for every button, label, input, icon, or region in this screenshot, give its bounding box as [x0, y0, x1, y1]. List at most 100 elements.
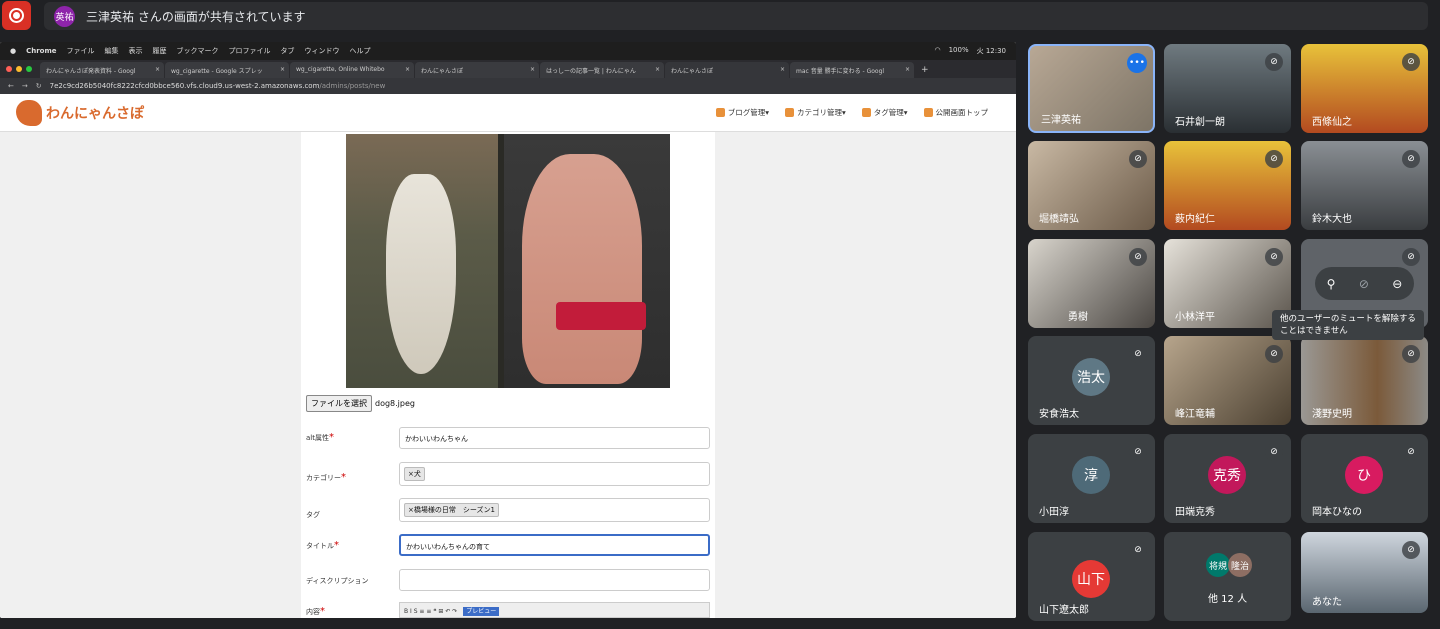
zoom-window-button[interactable] [26, 66, 32, 72]
self-tile[interactable]: ⊘ あなた [1301, 532, 1428, 613]
description-input[interactable] [399, 569, 710, 591]
choose-file-button[interactable]: ファイルを選択 [306, 395, 372, 412]
participant-name: 石井創一朗 [1175, 117, 1225, 128]
close-tab-icon[interactable]: × [405, 66, 410, 73]
menu-item[interactable]: ファイル [67, 46, 95, 56]
participant-avatar: 浩太 [1072, 358, 1110, 396]
participant-name: 峰江竜輔 [1175, 409, 1215, 420]
category-select[interactable]: ×犬 [399, 462, 710, 486]
browser-tab[interactable]: wg_cigarette - Google スプレッ × [165, 62, 289, 78]
participant-name: 淺野史明 [1312, 409, 1352, 420]
recording-button[interactable] [2, 1, 31, 30]
mic-off-icon: ⊘ [1129, 443, 1147, 461]
browser-tab[interactable]: はっしーの記事一覧 | わんにゃん × [540, 62, 664, 78]
menu-item[interactable]: 履歴 [153, 46, 167, 56]
nav-blog[interactable]: ブログ管理▾ [715, 107, 769, 118]
participant-tile[interactable]: ⊘ 峰江竜輔 [1164, 336, 1291, 425]
participant-tile[interactable]: ⊘ 堀橋靖弘 [1028, 141, 1155, 230]
mic-off-icon[interactable]: ⊘ [1359, 277, 1369, 291]
logo-icon [16, 100, 42, 126]
preview-button[interactable]: プレビュー [463, 607, 500, 616]
mic-off-icon: ⊘ [1265, 150, 1283, 168]
nav-public-top[interactable]: 公開画面トップ [923, 107, 988, 118]
more-participants-count: 他 12 人 [1208, 594, 1248, 605]
participant-tile[interactable]: ⊘ 淺野史明 [1301, 336, 1428, 425]
participant-name: 勇樹 [1068, 312, 1088, 323]
menu-item[interactable]: タブ [281, 46, 295, 56]
tag-icon [861, 108, 871, 117]
browser-tab[interactable]: わんにゃんさぽ発表資料 - Googl × [40, 62, 164, 78]
participant-name: 三津英祐 [1041, 115, 1081, 126]
reload-icon[interactable]: ↻ [36, 82, 42, 90]
close-tab-icon[interactable]: × [655, 66, 660, 73]
mic-off-icon: ⊘ [1129, 150, 1147, 168]
participant-tile[interactable]: ⊘ 浩太 安食浩太 [1028, 336, 1155, 425]
title-input[interactable]: かわいいわんちゃんの育て [399, 534, 710, 556]
home-icon [923, 108, 933, 117]
participant-tile[interactable]: ⊘ 薮内紀仁 [1164, 141, 1291, 230]
close-tab-icon[interactable]: × [530, 66, 535, 73]
participant-tile[interactable]: ⊘ 鈴木大也 [1301, 141, 1428, 230]
participant-avatar: 淳 [1072, 456, 1110, 494]
url-field[interactable]: 7e2c9cd26b5040fc8222cfcd0bbce560.vfs.clo… [50, 82, 386, 90]
nav-category[interactable]: カテゴリ管理▾ [784, 107, 846, 118]
browser-tab[interactable]: わんにゃんさぽ × [415, 62, 539, 78]
menu-item[interactable]: 編集 [105, 46, 119, 56]
participant-name: 安食浩太 [1039, 409, 1079, 420]
category-chip[interactable]: ×犬 [404, 467, 425, 481]
uploaded-image-preview [346, 134, 670, 388]
alt-label: alt属性* [306, 432, 334, 443]
participant-tile[interactable]: ⊘ 克秀 田端克秀 [1164, 434, 1291, 523]
menu-item[interactable]: 表示 [129, 46, 143, 56]
mic-off-icon: ⊘ [1265, 345, 1283, 363]
participant-tile[interactable]: ⊘ 勇樹 [1028, 239, 1155, 328]
close-tab-icon[interactable]: × [280, 66, 285, 73]
participant-avatar: 山下 [1072, 560, 1110, 598]
file-name: dog8.jpeg [375, 399, 415, 408]
minimize-window-button[interactable] [16, 66, 22, 72]
address-bar: ← → ↻ 7e2c9cd26b5040fc8222cfcd0bbce560.v… [0, 78, 1016, 94]
new-tab-button[interactable]: + [915, 65, 935, 78]
close-window-button[interactable] [6, 66, 12, 72]
screen-share-banner: 英祐 三津英祐 さんの画面が共有されています [44, 2, 1428, 30]
participant-name: 田端克秀 [1175, 507, 1215, 518]
back-icon[interactable]: ← [8, 82, 14, 90]
tag-chip[interactable]: ×橋場様の日常 シーズン1 [404, 503, 499, 517]
forward-icon[interactable]: → [22, 82, 28, 90]
participant-tile[interactable]: ⊘ 石井創一朗 [1164, 44, 1291, 133]
participant-name: 鈴木大也 [1312, 214, 1352, 225]
close-tab-icon[interactable]: × [780, 66, 785, 73]
close-tab-icon[interactable]: × [155, 66, 160, 73]
pin-icon[interactable]: ⚲ [1327, 277, 1336, 291]
menu-item[interactable]: ウィンドウ [305, 46, 340, 56]
alt-input[interactable]: かわいいわんちゃん [399, 427, 710, 449]
description-label: ディスクリプション [306, 577, 369, 585]
participant-tile[interactable]: ⊘ 山下 山下遼太郎 [1028, 532, 1155, 621]
close-tab-icon[interactable]: × [905, 66, 910, 73]
category-label: カテゴリー* [306, 472, 346, 483]
browser-tab[interactable]: wg_cigarette, Online Whitebo × [290, 62, 414, 78]
mic-off-icon: ⊘ [1402, 53, 1420, 71]
participant-avatar: 将規 [1206, 553, 1230, 577]
remove-icon[interactable]: ⊖ [1392, 277, 1402, 291]
participant-name: あなた [1312, 597, 1342, 608]
menu-item[interactable]: ヘルプ [350, 46, 371, 56]
nav-tag[interactable]: タグ管理▾ [861, 107, 908, 118]
more-participants-tile[interactable]: 将規 隆治 他 12 人 [1164, 532, 1291, 621]
menu-item[interactable]: ブックマーク [177, 46, 219, 56]
participant-tile[interactable]: ••• 三津英祐 [1028, 44, 1155, 133]
tag-select[interactable]: ×橋場様の日常 シーズン1 [399, 498, 710, 522]
menu-item[interactable]: プロファイル [229, 46, 271, 56]
site-logo[interactable]: わんにゃんさぽ [16, 100, 144, 126]
participant-name: 岡本ひなの [1312, 507, 1362, 518]
participant-name: 山下遼太郎 [1039, 605, 1089, 616]
participant-tile[interactable]: ⊘ ひ 岡本ひなの [1301, 434, 1428, 523]
more-options-icon[interactable]: ••• [1127, 53, 1147, 73]
participant-tile[interactable]: ⊘ 淳 小田淳 [1028, 434, 1155, 523]
browser-tab[interactable]: mac 音量 勝手に変わる - Googl × [790, 62, 914, 78]
presenter-avatar: 英祐 [54, 6, 75, 27]
browser-tab-active[interactable]: わんにゃんさぽ × [665, 62, 789, 78]
editor-toolbar: B I S ≡ ≡ ❝ ⊞ ↶ ↷ プレビュー [399, 602, 710, 618]
menu-item-app[interactable]: Chrome [26, 47, 56, 55]
participant-tile[interactable]: ⊘ 西條仙之 [1301, 44, 1428, 133]
